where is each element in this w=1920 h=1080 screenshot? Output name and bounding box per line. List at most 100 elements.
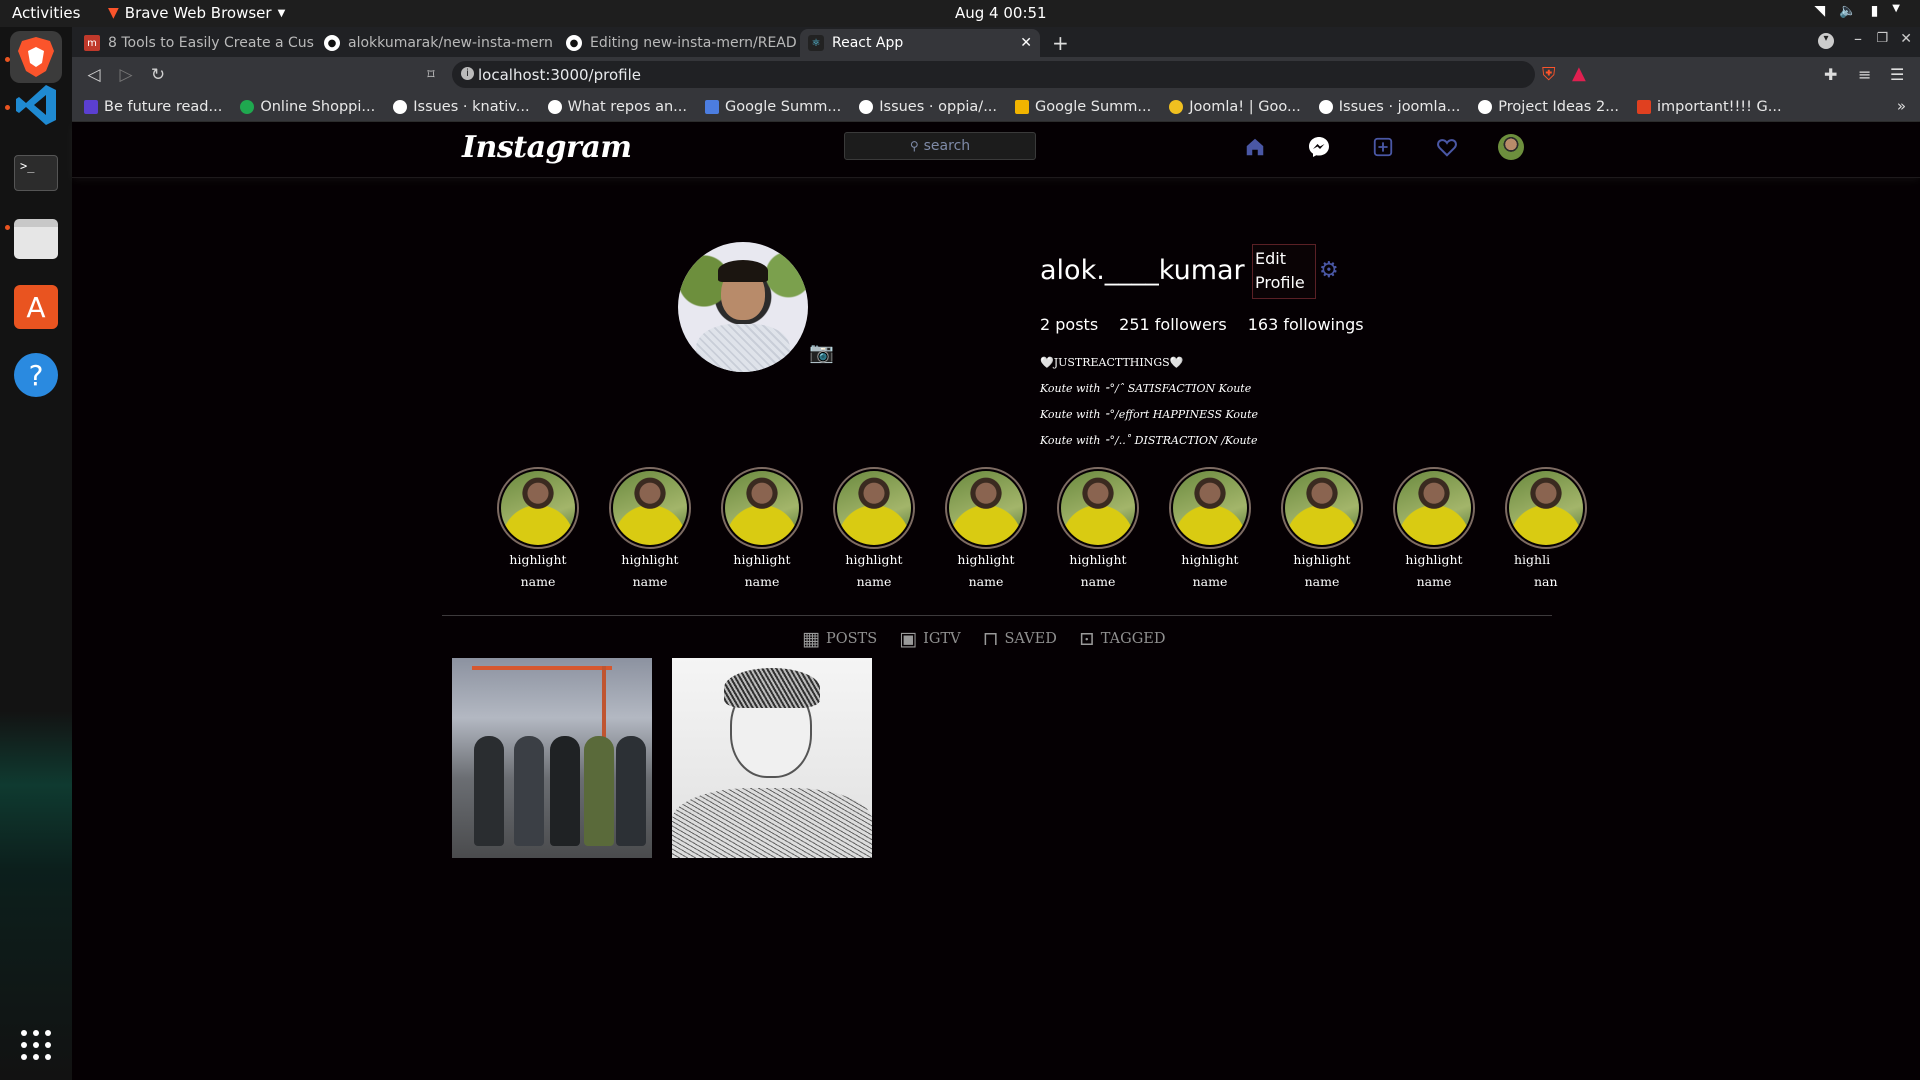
highlight-item[interactable]: highlight name <box>714 467 810 593</box>
bookmark-label: Joomla! | Goo... <box>1189 98 1301 115</box>
bookmark-item[interactable]: Google Summ... <box>1015 99 1151 115</box>
extensions-icon[interactable]: ✚ <box>1824 65 1837 84</box>
instagram-logo[interactable]: Instagram <box>462 130 632 165</box>
clock[interactable]: Aug 4 00:51 <box>955 4 1047 22</box>
activities-button[interactable]: Activities <box>12 4 80 22</box>
tab-posts[interactable]: ▦ POSTS <box>802 628 877 650</box>
highlight-item[interactable]: highlight name <box>602 467 698 593</box>
bookmark-item[interactable]: Issues · oppia/... <box>859 99 997 115</box>
bookmark-item[interactable]: Joomla! | Goo... <box>1169 99 1301 115</box>
messenger-icon[interactable] <box>1306 134 1332 160</box>
highlight-label: highli <box>1514 552 1551 567</box>
media-icon[interactable]: ≡ <box>1858 65 1871 84</box>
instagram-navbar: Instagram ⚲ search <box>72 122 1920 178</box>
app-menu[interactable]: ▼ Brave Web Browser ▼ <box>108 4 285 22</box>
highlight-item[interactable]: highlight name <box>1050 467 1146 593</box>
bookmarks-overflow-icon[interactable]: » <box>1897 97 1906 115</box>
menu-icon[interactable]: ☰ <box>1890 65 1904 84</box>
brave-shields-icon[interactable]: ⛨ <box>1542 64 1562 86</box>
posts-grid <box>452 658 872 858</box>
highlight-item[interactable]: highlight name <box>826 467 922 593</box>
new-post-icon[interactable] <box>1370 134 1396 160</box>
tab-igtv[interactable]: ▣ IGTV <box>899 628 960 650</box>
tab-github-repo[interactable]: ● alokkumarak/new-insta-mern <box>316 29 556 57</box>
tab-medium[interactable]: m 8 Tools to Easily Create a Cust <box>76 29 314 57</box>
highlight-label: name <box>744 574 780 589</box>
tab-label: TAGGED <box>1100 631 1166 647</box>
highlight-label: name <box>520 574 556 589</box>
profile-photo[interactable] <box>678 242 808 372</box>
terminal-dock-icon[interactable]: >_ <box>10 147 62 199</box>
bookmark-item[interactable]: What repos an... <box>547 99 687 115</box>
avatar[interactable] <box>1498 134 1524 160</box>
window-close-icon[interactable]: ✕ <box>1900 31 1912 47</box>
page-content: Instagram ⚲ search 📷 alok.____kumar Edit… <box>72 122 1920 1080</box>
bookmark-item[interactable]: Online Shoppi... <box>240 99 375 115</box>
software-store-dock-icon[interactable]: A <box>10 281 62 333</box>
info-icon: i <box>461 67 474 80</box>
bookmark-label: important!!!! G... <box>1657 98 1782 115</box>
chevron-down-icon: ▼ <box>277 7 286 19</box>
tab-saved[interactable]: ⊓ SAVED <box>983 628 1057 650</box>
tab-github-editing[interactable]: ● Editing new-insta-mern/READ <box>558 29 798 57</box>
post-thumbnail[interactable] <box>672 658 872 858</box>
edit-profile-button[interactable]: Edit Profile <box>1252 244 1316 299</box>
system-tray[interactable]: ◥ 🔈 ▮ ▼ <box>1814 3 1900 19</box>
bookmark-item[interactable]: important!!!! G... <box>1637 99 1782 115</box>
forward-icon[interactable]: ▷ <box>114 63 138 87</box>
files-dock-icon[interactable] <box>10 213 62 265</box>
gear-icon[interactable]: ⚙ <box>1319 258 1339 283</box>
followings-count[interactable]: 163 followings <box>1248 315 1364 334</box>
heart-icon[interactable] <box>1434 134 1460 160</box>
minimize-icon[interactable]: – <box>1854 29 1862 48</box>
vscode-dock-icon[interactable] <box>10 79 62 131</box>
close-icon[interactable]: ✕ <box>1020 35 1032 51</box>
new-tab-button[interactable]: + <box>1044 29 1074 57</box>
brave-rewards-icon[interactable]: ▲ <box>1572 63 1592 85</box>
reload-icon[interactable]: ↻ <box>146 63 170 87</box>
help-dock-icon[interactable]: ? <box>10 349 62 401</box>
brave-icon: ▼ <box>108 5 119 21</box>
followers-count[interactable]: 251 followers <box>1119 315 1227 334</box>
bookmark-icon: ⊓ <box>982 628 999 650</box>
highlight-item[interactable]: highlight name <box>1274 467 1370 593</box>
bookmark-favicon-icon <box>705 99 720 114</box>
highlight-label: highlight <box>1181 552 1239 567</box>
tab-search-icon[interactable]: ▾ <box>1818 33 1834 49</box>
bookmark-label: Google Summ... <box>725 98 842 115</box>
tab-tagged[interactable]: ⊡ TAGGED <box>1079 628 1166 650</box>
story-highlights: highlight name highlight name highlight nam… <box>490 467 1622 597</box>
back-icon[interactable]: ◁ <box>82 63 106 87</box>
highlight-item[interactable]: highli nan <box>1498 467 1594 593</box>
tab-react-app[interactable]: ⚛ React App ✕ <box>800 29 1040 57</box>
highlight-label: highlight <box>621 552 679 567</box>
tab-title: alokkumarak/new-insta-mern <box>348 35 553 51</box>
highlight-item[interactable]: highlight name <box>1386 467 1482 593</box>
restore-icon[interactable]: ❐ <box>1876 31 1888 46</box>
edit-profile-label-line1: Edit <box>1255 249 1286 268</box>
github-icon <box>1318 99 1333 114</box>
camera-icon[interactable]: 📷 <box>809 340 834 364</box>
highlight-item[interactable]: highlight name <box>938 467 1034 593</box>
browser-window: m 8 Tools to Easily Create a Cust ● alok… <box>72 27 1920 1080</box>
bookmark-page-icon[interactable]: ⌑ <box>419 63 443 87</box>
github-icon <box>1478 99 1493 114</box>
bookmark-favicon-icon <box>1169 99 1184 114</box>
bookmark-item[interactable]: Issues · knativ... <box>393 99 530 115</box>
app-grid-icon[interactable] <box>10 1019 62 1071</box>
bookmark-favicon-icon <box>240 99 255 114</box>
bookmark-item[interactable]: Google Summ... <box>705 99 841 115</box>
bookmark-item[interactable]: Issues · joomla... <box>1318 99 1460 115</box>
bookmark-label: Google Summ... <box>1035 98 1152 115</box>
search-input[interactable]: ⚲ search <box>844 132 1036 160</box>
address-bar[interactable]: i localhost:3000/profile <box>452 61 1535 88</box>
brave-dock-icon[interactable] <box>10 31 62 83</box>
bookmark-item[interactable]: Be future read... <box>84 99 222 115</box>
highlight-label: name <box>1080 574 1116 589</box>
highlight-item[interactable]: highlight name <box>490 467 586 593</box>
highlight-item[interactable]: highlight name <box>1162 467 1258 593</box>
tab-label: SAVED <box>1004 631 1057 647</box>
post-thumbnail[interactable] <box>452 658 652 858</box>
home-icon[interactable] <box>1242 134 1268 160</box>
bookmark-item[interactable]: Project Ideas 2... <box>1478 99 1619 115</box>
